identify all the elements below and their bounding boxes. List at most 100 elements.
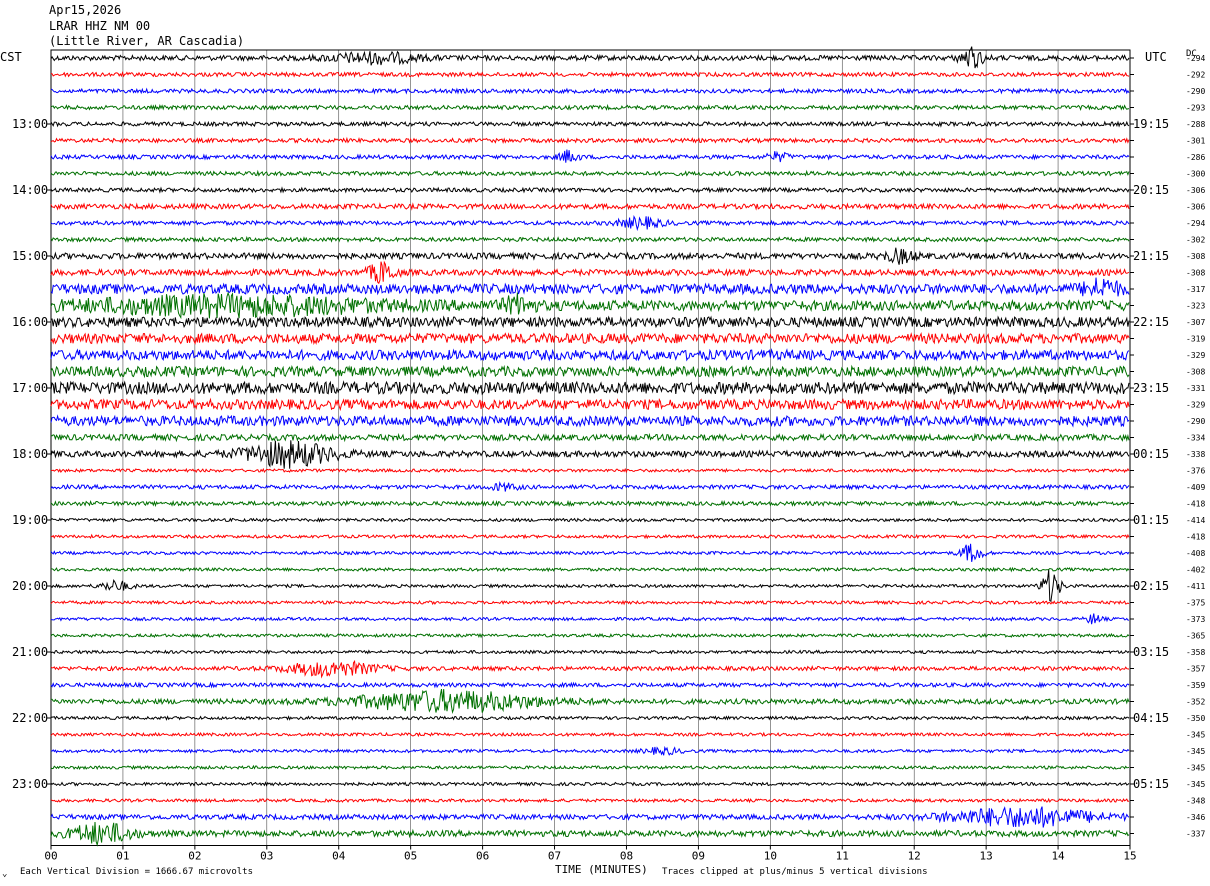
seismic-trace [50, 569, 1130, 602]
seismic-trace [50, 566, 1130, 573]
right-hour-label: 05:15 [1133, 777, 1169, 791]
dc-offset-label: -357 [1186, 665, 1205, 674]
dc-offset-label: -293 [1186, 104, 1205, 113]
x-tick-label: 03 [260, 850, 273, 863]
left-hour-label: 14:00 [12, 183, 48, 197]
dc-offset-label: -348 [1186, 797, 1205, 806]
dc-offset-label: -329 [1186, 401, 1205, 410]
seismic-trace [50, 136, 1130, 145]
seismic-trace [50, 247, 1130, 265]
dc-offset-label: -290 [1186, 87, 1205, 96]
seismic-trace [50, 315, 1130, 329]
right-hour-label: 00:15 [1133, 447, 1169, 461]
left-hour-label: 13:00 [12, 117, 48, 131]
seismic-trace [50, 781, 1130, 787]
dc-offset-label: -323 [1186, 302, 1205, 311]
seismic-trace [50, 103, 1129, 112]
dc-offset-label: -294 [1186, 219, 1205, 228]
dc-offset-label: -338 [1186, 450, 1205, 459]
dc-offset-label: -306 [1186, 186, 1205, 195]
seismic-trace [50, 681, 1130, 689]
dc-offset-label: -292 [1186, 71, 1205, 80]
left-hour-label: 22:00 [12, 711, 48, 725]
seismic-trace [50, 380, 1130, 396]
dc-offset-label: -418 [1186, 533, 1205, 542]
dc-offset-label: -306 [1186, 203, 1205, 212]
seismic-trace [50, 120, 1130, 128]
dc-offset-label: -290 [1186, 417, 1205, 426]
dc-offset-label: -345 [1186, 747, 1205, 756]
seismic-trace [50, 202, 1130, 211]
right-hour-label: 03:15 [1133, 645, 1169, 659]
dc-offset-label: -288 [1186, 120, 1205, 129]
x-axis-label: TIME (MINUTES) [555, 863, 648, 876]
dc-offset-label: -300 [1186, 170, 1205, 179]
seismic-trace [50, 149, 1130, 163]
seismic-trace [50, 689, 1130, 714]
dc-offset-label: -345 [1186, 780, 1205, 789]
seismic-trace [50, 533, 1130, 540]
dc-offset-label: -317 [1186, 285, 1205, 294]
dc-offset-label: -411 [1186, 582, 1205, 591]
right-hour-label: 19:15 [1133, 117, 1169, 131]
seismic-trace [50, 543, 1130, 562]
right-hour-label: 02:15 [1133, 579, 1169, 593]
x-tick-label: 01 [116, 850, 129, 863]
x-tick-label: 08 [620, 850, 633, 863]
seismic-trace [50, 291, 1130, 320]
x-tick-label: 02 [188, 850, 201, 863]
seismic-trace [50, 235, 1130, 244]
dc-offset-label: -331 [1186, 384, 1205, 393]
dc-offset-label: -302 [1186, 236, 1205, 245]
x-tick-label: 07 [548, 850, 561, 863]
dc-offset-label: -358 [1186, 648, 1205, 657]
left-hour-label: 18:00 [12, 447, 48, 461]
clip-note: Traces clipped at plus/minus 5 vertical … [662, 867, 928, 877]
x-tick-label: 15 [1123, 850, 1136, 863]
left-hour-label: 16:00 [12, 315, 48, 329]
seismic-trace [50, 440, 1130, 469]
right-hour-label: 20:15 [1133, 183, 1169, 197]
seismic-trace [50, 186, 1130, 194]
right-hour-label: 04:15 [1133, 711, 1169, 725]
dc-offset-label: -308 [1186, 252, 1205, 261]
seismic-trace [51, 467, 1130, 474]
seismic-trace [50, 481, 1130, 492]
seismic-trace [50, 649, 1130, 655]
dc-offset-label: -294 [1186, 54, 1205, 63]
right-hour-label: 22:15 [1133, 315, 1169, 329]
left-hour-label: 23:00 [12, 777, 48, 791]
left-hour-label: 20:00 [12, 579, 48, 593]
x-tick-label: 13 [980, 850, 993, 863]
seismic-trace [50, 764, 1130, 771]
seismic-trace [50, 797, 1130, 804]
dc-offset-label: -307 [1186, 318, 1205, 327]
seismic-trace [50, 599, 1130, 606]
dc-offset-label: -308 [1186, 269, 1205, 278]
seismic-trace [50, 613, 1129, 625]
x-tick-label: 04 [332, 850, 346, 863]
division-note: Each Vertical Division = 1666.67 microvo… [20, 867, 253, 877]
dc-offset-label: -319 [1186, 335, 1205, 344]
seismic-trace [50, 260, 1130, 285]
dc-offset-label: -408 [1186, 549, 1205, 558]
dc-offset-label: -345 [1186, 764, 1205, 773]
seismic-trace [50, 364, 1130, 379]
seismic-trace [50, 414, 1130, 428]
dc-offset-label: -375 [1186, 599, 1205, 608]
right-hour-label: 23:15 [1133, 381, 1169, 395]
dc-offset-label: -308 [1186, 368, 1205, 377]
dc-offset-label: -334 [1186, 434, 1205, 443]
seismic-trace [50, 215, 1130, 232]
dc-offset-label: -414 [1186, 516, 1205, 525]
helicorder-chart: 00 01 02 03 04 05 06 07 08 09 10 11 12 13 14 15 -294 -292… [12, 46, 1205, 863]
seismic-trace [50, 432, 1130, 443]
x-tick-label: 09 [692, 850, 705, 863]
x-tick-label: 11 [836, 850, 849, 863]
seismic-trace [50, 517, 1130, 523]
x-tick-label: 00 [44, 850, 57, 863]
dc-offset-label: -286 [1186, 153, 1205, 162]
seismic-trace [50, 821, 1130, 847]
seismic-trace [50, 806, 1130, 828]
left-hour-label: 15:00 [12, 249, 48, 263]
